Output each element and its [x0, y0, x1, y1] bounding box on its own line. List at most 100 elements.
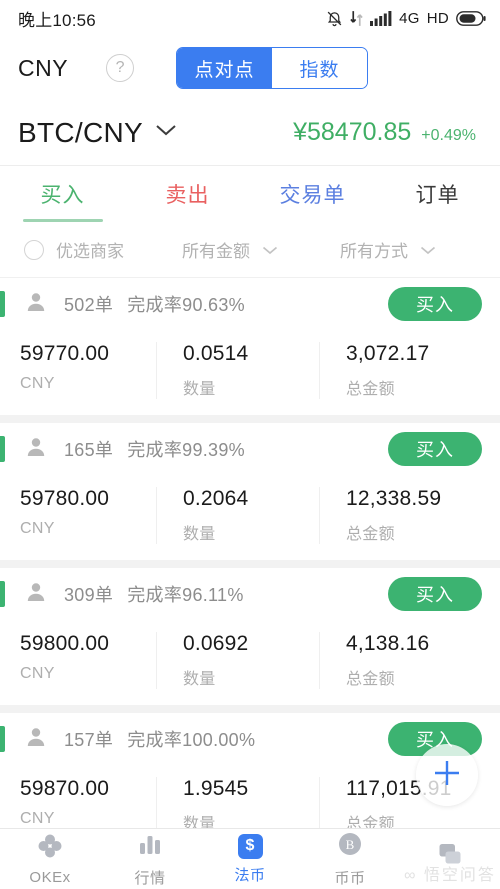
filter-bar: 优选商家 所有金额 所有方式	[0, 222, 500, 278]
filter-payment-method[interactable]: 所有方式	[340, 237, 436, 262]
person-icon	[24, 435, 48, 464]
offer-quantity-col: 0.0692 数量	[156, 632, 319, 689]
offer-total: 3,072.17	[346, 342, 430, 365]
tab-underline	[273, 219, 353, 222]
offer-header: 165单 完成率99.39% 买入	[18, 423, 482, 475]
pair-label[interactable]: BTC/CNY	[18, 117, 143, 149]
offer-order-count: 502单	[64, 295, 114, 315]
offer-quantity-col: 0.0514 数量	[156, 342, 319, 399]
tab-orders[interactable]: 订单	[375, 166, 500, 222]
offer-quantity: 0.2064	[183, 487, 249, 510]
status-time: 晚上10:56	[18, 10, 96, 30]
plus-icon	[430, 756, 464, 795]
offer-total-col: 3,072.17 总金额	[319, 342, 482, 399]
offer-completion-rate: 完成率99.39%	[127, 440, 245, 460]
nav-item-crypto[interactable]: B 币币	[300, 829, 400, 889]
offer-total-col: 12,338.59 总金额	[319, 487, 482, 544]
offer-body: 59800.00 CNY 0.0692 数量 4,138.16 总金额	[18, 620, 482, 689]
segment-index[interactable]: 指数	[272, 48, 368, 88]
nav-item-markets[interactable]: 行情	[100, 829, 200, 889]
offer-quantity-caption: 数量	[183, 381, 216, 398]
offer-total-caption: 总金额	[346, 526, 395, 543]
tab-underline	[398, 219, 478, 222]
offer-price: 59770.00	[20, 342, 110, 365]
bell-muted-icon	[326, 10, 343, 27]
nav-item-okex[interactable]: OKEx	[0, 829, 100, 889]
offer-completion-rate: 完成率96.11%	[127, 585, 244, 605]
pair-bar: BTC/CNY ¥58470.85 +0.49%	[0, 100, 500, 166]
offer-total-caption: 总金额	[346, 671, 395, 688]
nav-item-chat[interactable]: ∞ 悟空问答	[400, 829, 500, 889]
bottom-navigation: OKEx 行情 $ 法币 B 币币 ∞ 悟空问答	[0, 828, 500, 889]
segment-p2p[interactable]: 点对点	[177, 48, 273, 88]
offer-quantity-col: 0.2064 数量	[156, 487, 319, 544]
filter-preferred-merchant[interactable]: 优选商家	[24, 237, 124, 262]
tab-sell[interactable]: 卖出	[125, 166, 250, 222]
tab-orders-label: 订单	[415, 184, 460, 207]
offer-header: 157单 完成率100.00% 买入	[18, 713, 482, 765]
buy-button[interactable]: 买入	[388, 287, 482, 321]
nav-item-fiat[interactable]: $ 法币	[200, 829, 300, 889]
filter-method-label: 所有方式	[340, 242, 408, 261]
offer-header: 309单 完成率96.11% 买入	[18, 568, 482, 620]
help-icon[interactable]: ?	[106, 54, 135, 82]
offer-quantity-caption: 数量	[183, 671, 216, 688]
offer-row[interactable]: 309单 完成率96.11% 买入 59800.00 CNY 0.0692 数量…	[0, 568, 500, 705]
offer-quantity-col: 1.9545 数量	[156, 777, 319, 834]
trade-tabs: 买入 卖出 交易单 订单	[0, 166, 500, 222]
checkbox-icon[interactable]	[24, 239, 44, 260]
tab-buy[interactable]: 买入	[0, 166, 125, 222]
offer-completion-rate: 完成率100.00%	[127, 730, 256, 750]
tab-sell-label: 卖出	[165, 184, 210, 207]
battery-icon	[456, 10, 486, 26]
floating-add-button[interactable]	[416, 744, 478, 806]
svg-text:B: B	[346, 837, 355, 852]
offer-price-caption: CNY	[20, 520, 55, 537]
offer-row[interactable]: 502单 完成率90.63% 买入 59770.00 CNY 0.0514 数量…	[0, 278, 500, 415]
row-accent-bar	[0, 726, 5, 752]
price-change-percent: +0.49%	[421, 127, 476, 144]
offer-price: 59800.00	[20, 632, 110, 655]
currency-toolbar: CNY ? 点对点 指数	[0, 36, 500, 100]
offer-price-caption: CNY	[20, 810, 55, 827]
row-accent-bar	[0, 581, 5, 607]
offer-row[interactable]: 165单 完成率99.39% 买入 59780.00 CNY 0.2064 数量…	[0, 423, 500, 560]
offer-header: 502单 完成率90.63% 买入	[18, 278, 482, 330]
signal-bars-icon	[370, 10, 392, 26]
chevron-down-icon[interactable]	[420, 240, 436, 260]
offer-price-col: 59770.00 CNY	[18, 342, 156, 399]
row-accent-bar	[0, 436, 5, 462]
person-icon	[24, 290, 48, 319]
bar-chart-icon	[137, 831, 163, 862]
filter-merchant-label: 优选商家	[56, 242, 124, 261]
buy-button[interactable]: 买入	[388, 432, 482, 466]
row-accent-bar	[0, 291, 5, 317]
status-icons: 4G HD	[326, 10, 486, 27]
price-block: ¥58470.85 +0.49%	[293, 118, 482, 147]
buy-button[interactable]: 买入	[388, 577, 482, 611]
offer-price: 59780.00	[20, 487, 110, 510]
chevron-down-icon[interactable]	[155, 124, 177, 142]
offer-order-count: 309单	[64, 585, 114, 605]
clover-icon	[37, 833, 63, 864]
dollar-badge-icon: $	[237, 833, 263, 859]
offer-total-caption: 总金额	[346, 381, 395, 398]
offer-quantity: 0.0514	[183, 342, 249, 365]
tab-trades-label: 交易单	[279, 184, 346, 207]
offer-order-count: 165单	[64, 440, 114, 460]
filter-amount[interactable]: 所有金额	[182, 237, 278, 262]
nav-label-markets: 行情	[134, 869, 166, 887]
market-mode-segmented-control[interactable]: 点对点 指数	[176, 47, 369, 89]
chevron-down-icon[interactable]	[262, 240, 278, 260]
watermark-overlay: ∞ 悟空问答	[404, 867, 496, 884]
tab-buy-label: 买入	[40, 184, 85, 207]
current-price: ¥58470.85	[293, 118, 412, 146]
offer-body: 59870.00 CNY 1.9545 数量 117,015.91 总金额	[18, 765, 482, 834]
offer-price-col: 59780.00 CNY	[18, 487, 156, 544]
currency-label: CNY	[18, 54, 69, 81]
tab-trades[interactable]: 交易单	[250, 166, 375, 222]
offer-quantity: 0.0692	[183, 632, 249, 655]
tab-active-underline	[22, 219, 103, 222]
data-transfer-icon	[350, 10, 363, 27]
offer-total-col: 4,138.16 总金额	[319, 632, 482, 689]
